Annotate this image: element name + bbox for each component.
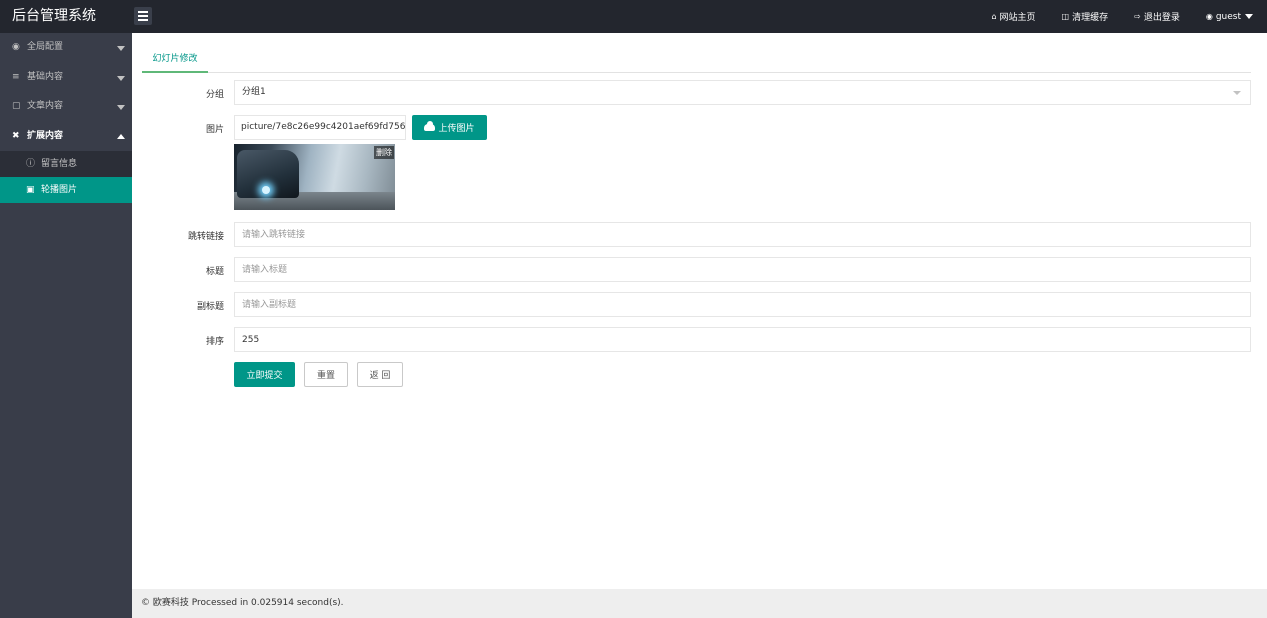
subtitle-label: 副标题 xyxy=(196,302,224,312)
submit-button[interactable]: 立即提交 xyxy=(234,362,295,387)
subtitle-row: 副标题 xyxy=(132,292,1267,317)
footer: © 欧赛科技 Processed in 0.025914 second(s). xyxy=(132,589,1267,618)
home-link[interactable]: ⌂ 网站主页 xyxy=(991,10,1035,23)
sign-out-icon: ⇨ xyxy=(1134,12,1141,21)
sidebar-item-basic-content[interactable]: ≡ 基础内容 xyxy=(0,63,132,93)
image-path-input[interactable]: picture/7e8c26e99c4201aef69fd7568d3 xyxy=(234,115,406,140)
home-icon: ⌂ xyxy=(991,12,997,21)
top-nav: ⌂ 网站主页 ◫ 清理缓存 ⇨ 退出登录 ◉ guest xyxy=(965,0,1253,33)
user-circle-icon: ◉ xyxy=(1205,12,1213,21)
link-input[interactable] xyxy=(234,222,1251,247)
upload-image-button[interactable]: 上传图片 xyxy=(412,115,487,140)
image-row: 图片 picture/7e8c26e99c4201aef69fd7568d3 上… xyxy=(132,115,1267,211)
top-bar: 后台管理系统 ⌂ 网站主页 ◫ 清理缓存 ⇨ 退出登录 ◉ guest xyxy=(0,0,1267,33)
caret-down-icon xyxy=(117,46,125,51)
button-row: 立即提交 重置 返 回 xyxy=(132,362,1267,387)
question-circle-icon: ⓘ xyxy=(26,159,36,169)
caret-down-icon xyxy=(117,105,125,110)
group-select[interactable]: 分组1 xyxy=(234,80,1251,105)
main-content: 幻灯片修改 分组 分组1 图片 picture/7e8c26e99c4201ae… xyxy=(132,33,1267,589)
caret-up-icon xyxy=(117,133,125,139)
group-label: 分组 xyxy=(205,90,224,100)
logout-link[interactable]: ⇨ 退出登录 xyxy=(1134,10,1180,23)
hamburger-icon xyxy=(138,11,148,13)
chevron-down-icon xyxy=(1233,91,1241,95)
user-menu[interactable]: ◉ guest xyxy=(1206,12,1253,22)
back-button[interactable]: 返 回 xyxy=(357,362,403,387)
cloud-upload-icon xyxy=(424,121,436,131)
caret-down-icon xyxy=(1245,14,1253,19)
title-row: 标题 xyxy=(132,257,1267,282)
menu-toggle-button[interactable] xyxy=(134,7,152,25)
trash-icon: ◫ xyxy=(1061,12,1070,21)
file-icon: ▢ xyxy=(12,101,21,111)
sidebar-item-article-content[interactable]: ▢ 文章内容 xyxy=(0,92,132,122)
sidebar: ◉ 全局配置 ≡ 基础内容 ▢ 文章内容 ✖ 扩展内容 ⓘ 留言信息 ▣ 轮播图片 xyxy=(0,33,132,618)
subtitle-input[interactable] xyxy=(234,292,1251,317)
sliders-icon: ≡ xyxy=(12,71,20,82)
sort-row: 排序 xyxy=(132,327,1267,352)
link-label: 跳转链接 xyxy=(187,232,224,242)
image-preview: 删除 xyxy=(234,144,395,210)
delete-image-button[interactable]: 删除 xyxy=(374,146,394,159)
sort-label: 排序 xyxy=(205,337,224,347)
sidebar-item-messages[interactable]: ⓘ 留言信息 xyxy=(0,151,132,177)
app-title: 后台管理系统 xyxy=(12,8,96,24)
clear-cache-link[interactable]: ◫ 清理缓存 xyxy=(1062,10,1109,23)
tab-bar: 幻灯片修改 xyxy=(142,48,1251,73)
expand-icon: ✖ xyxy=(12,130,20,141)
title-label: 标题 xyxy=(205,267,224,277)
caret-down-icon xyxy=(117,75,125,81)
link-row: 跳转链接 xyxy=(132,222,1267,247)
title-input[interactable] xyxy=(234,257,1251,282)
reset-button[interactable]: 重置 xyxy=(304,362,348,387)
globe-icon: ◉ xyxy=(12,42,20,52)
sidebar-submenu: ⓘ 留言信息 ▣ 轮播图片 xyxy=(0,151,132,203)
sidebar-item-carousel-images[interactable]: ▣ 轮播图片 xyxy=(0,177,132,203)
tab-slide-edit[interactable]: 幻灯片修改 xyxy=(142,48,208,73)
group-row: 分组 分组1 xyxy=(132,80,1267,105)
sort-input[interactable] xyxy=(234,327,1251,352)
image-icon: ▣ xyxy=(26,185,35,195)
sidebar-item-global-config[interactable]: ◉ 全局配置 xyxy=(0,33,132,63)
sidebar-item-extended-content[interactable]: ✖ 扩展内容 xyxy=(0,122,132,152)
image-label: 图片 xyxy=(205,125,224,135)
